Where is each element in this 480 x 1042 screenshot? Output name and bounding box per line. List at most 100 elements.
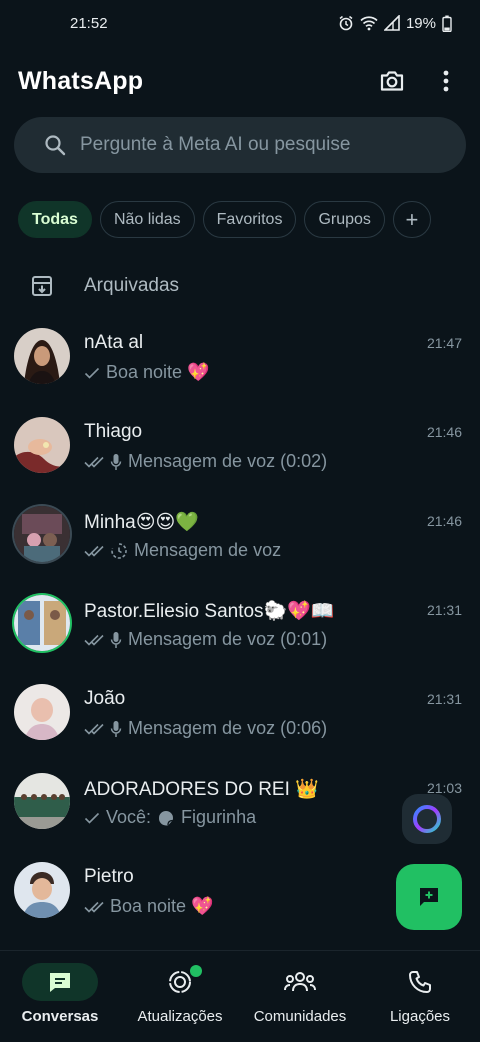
avatar[interactable]: [14, 773, 70, 829]
add-filter-button[interactable]: +: [392, 201, 431, 238]
wifi-icon: [360, 16, 378, 31]
new-chat-icon: [420, 888, 438, 906]
chat-time: 21:46: [426, 513, 462, 529]
chat-row[interactable]: João 21:31 Mensagem de voz (0:06): [0, 668, 480, 757]
more-vertical-icon: [443, 70, 449, 92]
sticker-icon: [159, 810, 174, 825]
meta-ai-icon: [413, 805, 441, 833]
camera-button[interactable]: [376, 65, 408, 97]
signal-icon: [383, 15, 400, 31]
archived-row[interactable]: Arquivadas: [0, 266, 480, 306]
nav-ligacoes[interactable]: Ligações: [360, 951, 480, 1042]
chats-icon: [50, 973, 70, 992]
avatar[interactable]: [14, 417, 70, 473]
avatar[interactable]: [14, 595, 70, 651]
nav-label: Atualizações: [137, 1008, 223, 1025]
header-actions: [376, 65, 462, 97]
nav-pill: [142, 963, 218, 1001]
status-bar: 21:52 19%: [0, 0, 480, 46]
nav-label: Ligações: [389, 1008, 451, 1025]
preview-text: Figurinha: [181, 807, 257, 827]
archived-label: Arquivadas: [84, 275, 180, 296]
preview-text: Mensagem de voz (0:06): [128, 718, 328, 738]
chip-nao-lidas[interactable]: Não lidas: [99, 201, 195, 238]
chip-favoritos[interactable]: Favoritos: [202, 201, 297, 238]
chat-name: Pietro: [84, 866, 134, 887]
avatar[interactable]: [14, 328, 70, 384]
avatar[interactable]: [14, 684, 70, 740]
chat-time: 21:31: [426, 602, 462, 618]
nav-pill: [382, 963, 458, 1001]
chat-row[interactable]: Thiago 21:46 Mensagem de voz (0:02): [0, 401, 480, 490]
chat-name: João: [84, 688, 126, 709]
search-bar[interactable]: Pergunte à Meta AI ou pesquise: [14, 117, 466, 173]
more-options-button[interactable]: [430, 65, 462, 97]
battery-icon: [442, 15, 452, 32]
mic-icon: [110, 453, 122, 470]
status-icons: 19%: [338, 15, 452, 32]
chat-name: Pastor.Eliesio Santos🐑💖📖: [84, 601, 335, 622]
chip-grupos[interactable]: Grupos: [304, 201, 385, 238]
nav-conversas[interactable]: Conversas: [0, 951, 120, 1042]
mic-icon: [110, 631, 122, 648]
chat-preview: Boa noite 💖: [84, 362, 209, 383]
preview-text: Mensagem de voz (0:01): [128, 629, 328, 649]
preview-text: Boa noite 💖: [106, 362, 210, 382]
avatar[interactable]: [14, 506, 70, 562]
filter-chips: Todas Não lidas Favoritos Grupos +: [18, 201, 431, 238]
nav-pill: [22, 963, 98, 1001]
updates-dot: [190, 965, 202, 977]
chat-preview: Você: Figurinha: [84, 807, 256, 828]
double-check-icon: [84, 545, 104, 557]
search-placeholder: Pergunte à Meta AI ou pesquise: [80, 134, 351, 155]
chat-preview: Mensagem de voz: [84, 540, 281, 561]
chat-name: ADORADORES DO REI 👑: [84, 779, 319, 800]
double-check-icon: [84, 901, 104, 913]
phone-icon: [409, 971, 431, 993]
nav-label: Conversas: [21, 1008, 99, 1025]
chat-row[interactable]: nAta al 21:47 Boa noite 💖: [0, 312, 480, 401]
chat-name: Thiago: [84, 421, 143, 442]
timer-icon: [111, 542, 127, 559]
chat-time: 21:47: [426, 335, 462, 351]
app-header: WhatsApp: [0, 58, 480, 104]
nav-comunidades[interactable]: Comunidades: [240, 951, 360, 1042]
avatar[interactable]: [14, 862, 70, 918]
new-chat-button[interactable]: [396, 864, 462, 930]
nav-atualizacoes[interactable]: Atualizações: [120, 951, 240, 1042]
search-icon: [45, 135, 66, 156]
chat-time: 21:46: [426, 424, 462, 440]
preview-text: Mensagem de voz (0:02): [128, 451, 328, 471]
status-time: 21:52: [70, 14, 108, 32]
chat-preview: Mensagem de voz (0:01): [84, 629, 327, 650]
preview-prefix: Você:: [106, 807, 152, 827]
chat-row[interactable]: Pastor.Eliesio Santos🐑💖📖 21:31 Mensagem …: [0, 579, 480, 668]
double-check-icon: [84, 634, 104, 646]
chat-preview: Mensagem de voz (0:02): [84, 451, 327, 472]
battery-percent: 19%: [405, 14, 436, 32]
single-check-icon: [84, 367, 100, 379]
chat-row[interactable]: Minha😍😍💚 21:46 Mensagem de voz: [0, 490, 480, 579]
updates-icon: [169, 971, 191, 993]
camera-icon: [380, 71, 404, 91]
chip-todas[interactable]: Todas: [18, 201, 92, 238]
alarm-icon: [339, 15, 353, 31]
chat-list: nAta al 21:47 Boa noite 💖 Thiago 21:46 M…: [0, 312, 480, 935]
bottom-nav: Conversas Atualizações Comunidades Ligaç…: [0, 950, 480, 1042]
double-check-icon: [84, 456, 104, 468]
preview-text: Boa noite 💖: [110, 896, 214, 916]
chat-name: Minha😍😍💚: [84, 512, 200, 533]
chat-preview: Boa noite 💖: [84, 896, 213, 917]
nav-label: Comunidades: [253, 1008, 347, 1025]
archive-icon: [32, 276, 52, 296]
chat-time: 21:31: [426, 691, 462, 707]
mic-icon: [110, 720, 122, 737]
chat-preview: Mensagem de voz (0:06): [84, 718, 327, 739]
single-check-icon: [84, 812, 100, 824]
preview-text: Mensagem de voz: [134, 540, 282, 560]
communities-icon: [284, 972, 316, 992]
app-title: WhatsApp: [18, 66, 144, 95]
meta-ai-button[interactable]: [402, 794, 452, 844]
nav-pill: [262, 963, 338, 1001]
double-check-icon: [84, 723, 104, 735]
